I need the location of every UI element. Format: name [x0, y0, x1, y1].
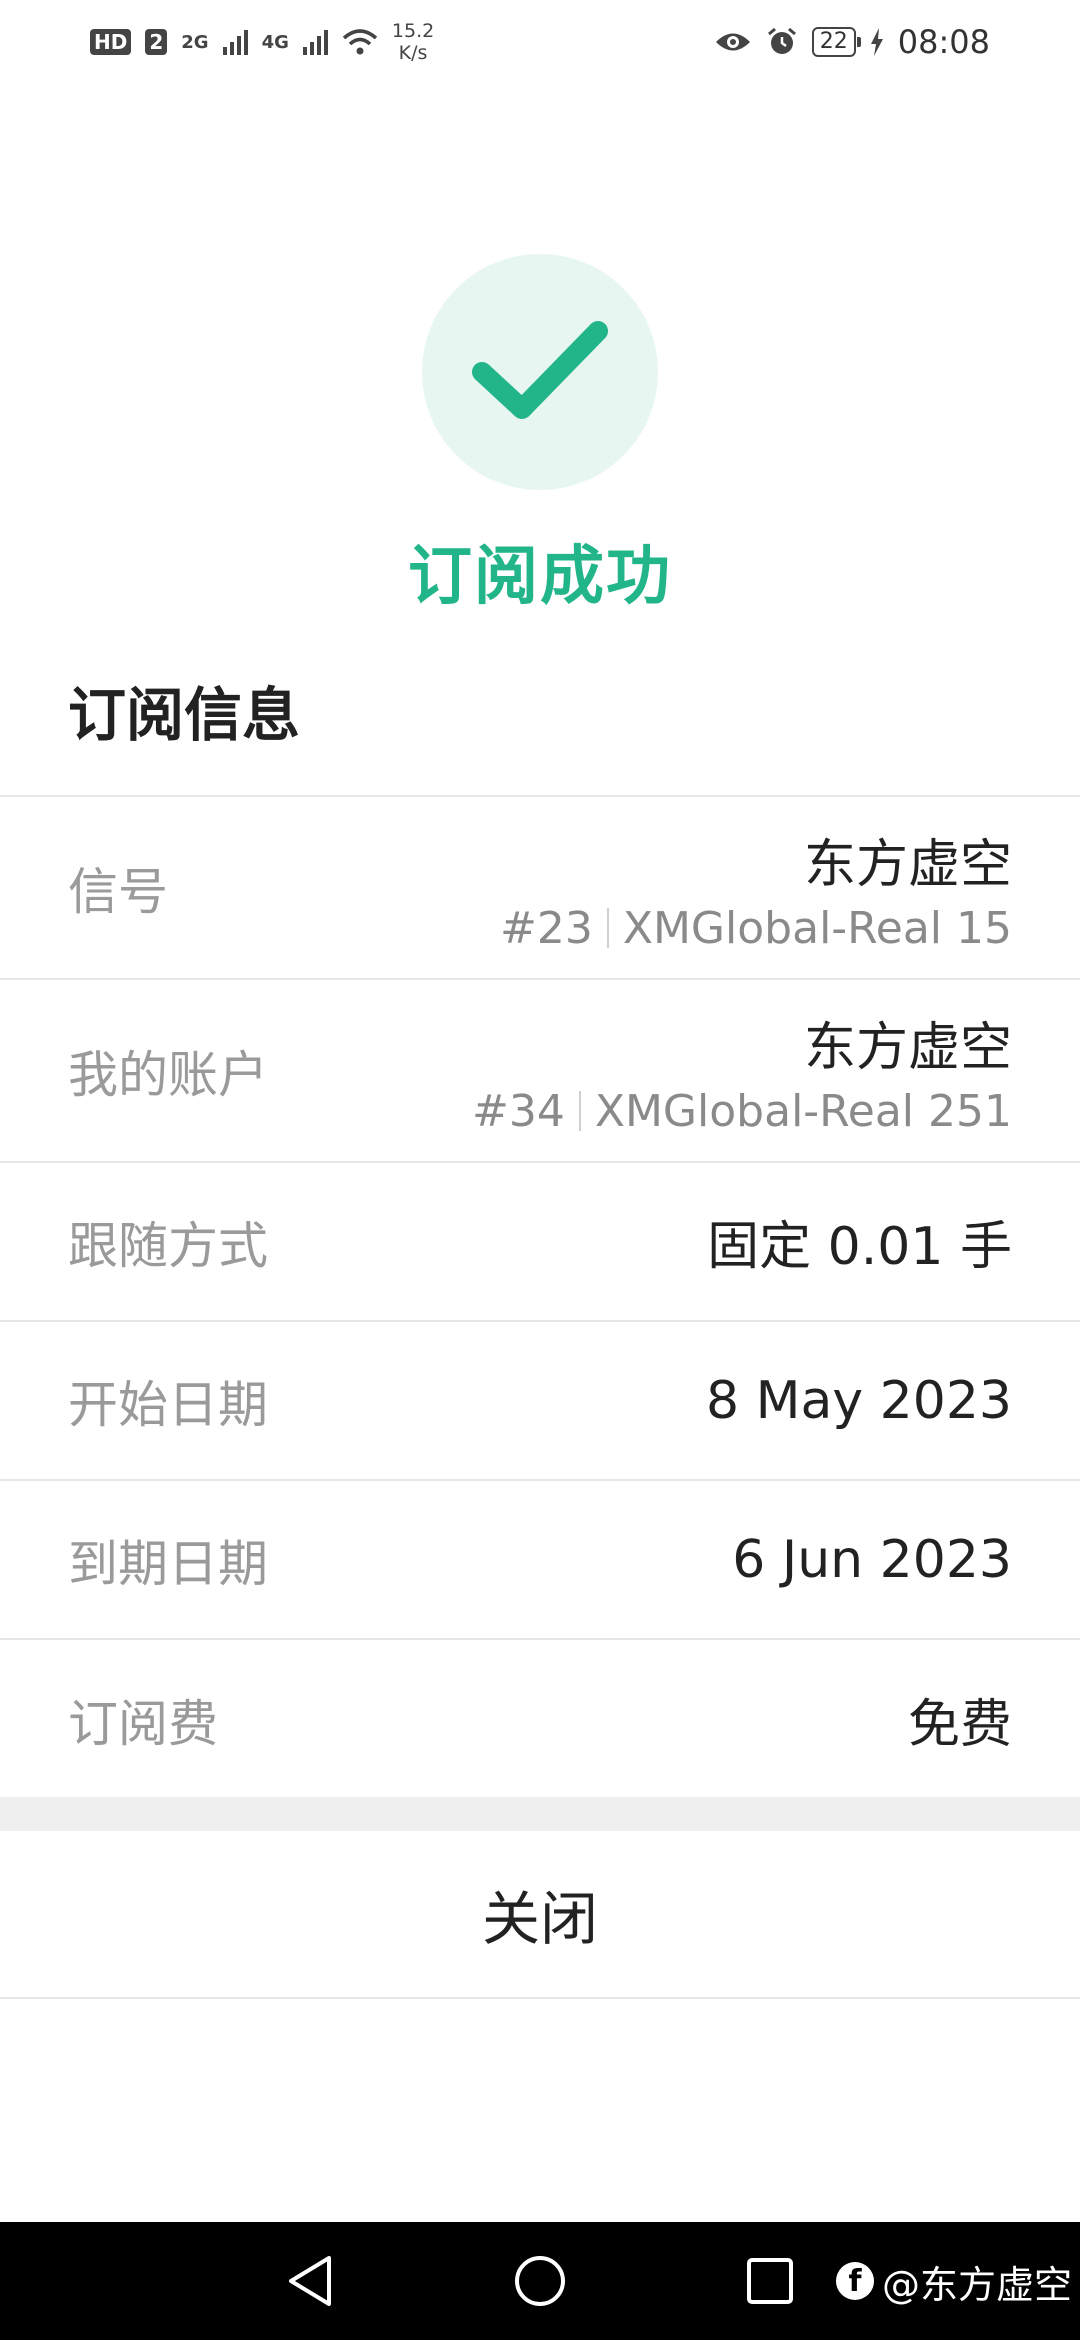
- status-bar: HD 2 2G 4G 15.2 K/s 22 08:08: [0, 0, 1080, 84]
- end-date-label: 到期日期: [68, 1534, 268, 1593]
- success-badge: [422, 254, 658, 490]
- back-button[interactable]: [270, 2222, 350, 2340]
- close-button[interactable]: 关闭: [0, 1831, 1080, 1999]
- status-bar-right: 22 08:08: [714, 23, 990, 61]
- row-start-date: 开始日期 8 May 2023: [0, 1322, 1080, 1481]
- network-2g-label: 2G: [181, 31, 209, 53]
- network-speed: 15.2 K/s: [392, 20, 434, 64]
- section-divider: [0, 1797, 1080, 1831]
- watermark: f @东方虚空: [835, 2222, 1072, 2340]
- account-server: XMGlobal-Real 251: [594, 1085, 1012, 1137]
- hd-badge: HD: [90, 29, 132, 55]
- signal-server: XMGlobal-Real 15: [622, 902, 1012, 954]
- checkmark-icon: [472, 321, 608, 419]
- network-4g-label: 4G: [261, 31, 289, 53]
- row-signal: 信号 东方虚空 #23 XMGlobal-Real 15: [0, 797, 1080, 980]
- alarm-icon: [767, 27, 796, 54]
- recents-button[interactable]: [730, 2222, 810, 2340]
- signal-name: 东方虚空: [803, 834, 1012, 895]
- fee-value: 免费: [907, 1695, 1012, 1755]
- wifi-icon: [342, 29, 378, 55]
- signal-sub: #23 XMGlobal-Real 15: [500, 903, 1012, 954]
- account-label: 我的账户: [68, 1045, 268, 1104]
- account-name: 东方虚空: [803, 1017, 1012, 1078]
- recents-square-icon: [747, 2258, 793, 2304]
- account-id: #34: [471, 1085, 565, 1137]
- network-speed-value: 15.2: [391, 20, 435, 42]
- end-date-value: 6 Jun 2023: [732, 1529, 1012, 1590]
- signal-label: 信号: [68, 862, 168, 921]
- network-speed-unit: K/s: [398, 42, 428, 64]
- back-triangle-icon: [289, 2256, 331, 2306]
- start-date-label: 开始日期: [68, 1375, 268, 1434]
- start-date-value: 8 May 2023: [706, 1370, 1012, 1431]
- home-button[interactable]: [500, 2222, 580, 2340]
- facebook-icon: f: [835, 2262, 874, 2300]
- separator: [578, 1091, 581, 1131]
- status-bar-left: HD 2 2G 4G 15.2 K/s: [90, 20, 434, 64]
- signal-id: #23: [499, 902, 593, 954]
- row-account: 我的账户 东方虚空 #34 XMGlobal-Real 251: [0, 980, 1080, 1163]
- sim-badge: 2: [145, 29, 168, 55]
- eye-icon: [715, 33, 750, 51]
- charging-icon: [870, 28, 883, 56]
- success-title: 订阅成功: [408, 540, 672, 614]
- signal-strength-icon: [222, 29, 248, 55]
- watermark-text: @东方虚空: [881, 2262, 1072, 2307]
- signal-strength-icon-2: [302, 29, 328, 55]
- battery-level: 22: [811, 27, 861, 57]
- row-end-date: 到期日期 6 Jun 2023: [0, 1481, 1080, 1640]
- subscription-info-list: 信号 东方虚空 #23 XMGlobal-Real 15 我的账户 东方虚空 #…: [0, 795, 1080, 1799]
- follow-mode-label: 跟随方式: [68, 1216, 268, 1275]
- row-fee: 订阅费 免费: [0, 1640, 1080, 1799]
- row-follow-mode: 跟随方式 固定 0.01 手: [0, 1163, 1080, 1322]
- home-circle-icon: [515, 2256, 565, 2306]
- system-navigation-bar: f @东方虚空: [0, 2222, 1080, 2340]
- account-value-block: 东方虚空 #34 XMGlobal-Real 251: [472, 1005, 1012, 1137]
- fee-label: 订阅费: [68, 1694, 218, 1753]
- follow-mode-value: 固定 0.01 手: [707, 1217, 1012, 1277]
- separator: [606, 908, 609, 948]
- section-title: 订阅信息: [68, 681, 301, 749]
- account-sub: #34 XMGlobal-Real 251: [472, 1086, 1012, 1137]
- signal-value-block: 东方虚空 #23 XMGlobal-Real 15: [500, 822, 1012, 954]
- clock-time: 08:08: [897, 23, 990, 61]
